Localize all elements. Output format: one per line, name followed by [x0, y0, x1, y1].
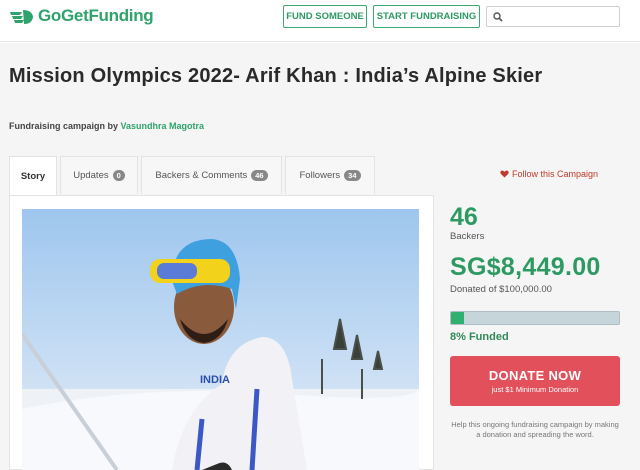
funding-progress-bar — [450, 311, 620, 325]
tab-story-label: Story — [20, 171, 46, 182]
backers-count: 46 — [450, 203, 478, 231]
followers-count-badge: 34 — [344, 170, 361, 181]
logo[interactable]: GoGetFunding — [8, 6, 154, 26]
byline-prefix: Fundraising campaign by — [9, 121, 119, 131]
donate-label: DONATE NOW — [488, 368, 582, 383]
tab-followers[interactable]: Followers 34 — [285, 156, 375, 194]
fund-someone-button[interactable]: FUND SOMEONE — [283, 5, 367, 28]
search-input[interactable] — [486, 6, 620, 27]
organizer-link[interactable]: Vasundhra Magotra — [121, 121, 205, 131]
tab-followers-label: Followers — [299, 170, 341, 181]
logo-wing-icon — [10, 10, 33, 24]
jersey-text: INDIA — [200, 374, 230, 386]
heart-icon — [500, 170, 509, 178]
follow-label: Follow this Campaign — [512, 169, 599, 179]
campaign-byline: Fundraising campaign by Vasundhra Magotr… — [9, 121, 204, 131]
tab-backers-label: Backers & Comments — [155, 170, 248, 181]
backers-count-badge: 46 — [251, 170, 268, 181]
tab-updates-label: Updates — [73, 170, 109, 181]
backers-label: Backers — [450, 231, 485, 242]
start-fundraising-button[interactable]: START FUNDRAISING — [373, 5, 480, 28]
follow-campaign-link[interactable]: Follow this Campaign — [500, 169, 598, 179]
top-navbar: GoGetFunding FUND SOMEONE START FUNDRAIS… — [0, 0, 640, 42]
help-text: Help this ongoing fundraising campaign b… — [451, 420, 619, 439]
tab-story[interactable]: Story — [9, 156, 57, 196]
goal-text: Donated of $100,000.00 — [450, 284, 552, 295]
funded-percentage: 8% Funded — [450, 331, 509, 343]
campaign-title: Mission Olympics 2022- Arif Khan : India… — [9, 65, 543, 87]
logo-text: GoGetFunding — [38, 6, 154, 25]
updates-count-badge: 0 — [112, 170, 125, 181]
donate-now-button[interactable]: DONATE NOW just $1 Minimum Donation — [450, 356, 620, 406]
amount-raised: SG$8,449.00 — [450, 253, 601, 281]
tab-updates[interactable]: Updates 0 — [60, 156, 138, 194]
tab-backers-comments[interactable]: Backers & Comments 46 — [141, 156, 282, 194]
donate-sublabel: just $1 Minimum Donation — [491, 385, 579, 394]
search-icon — [493, 12, 503, 22]
funding-progress-fill — [451, 312, 465, 324]
campaign-photo: INDIA — [22, 209, 419, 470]
